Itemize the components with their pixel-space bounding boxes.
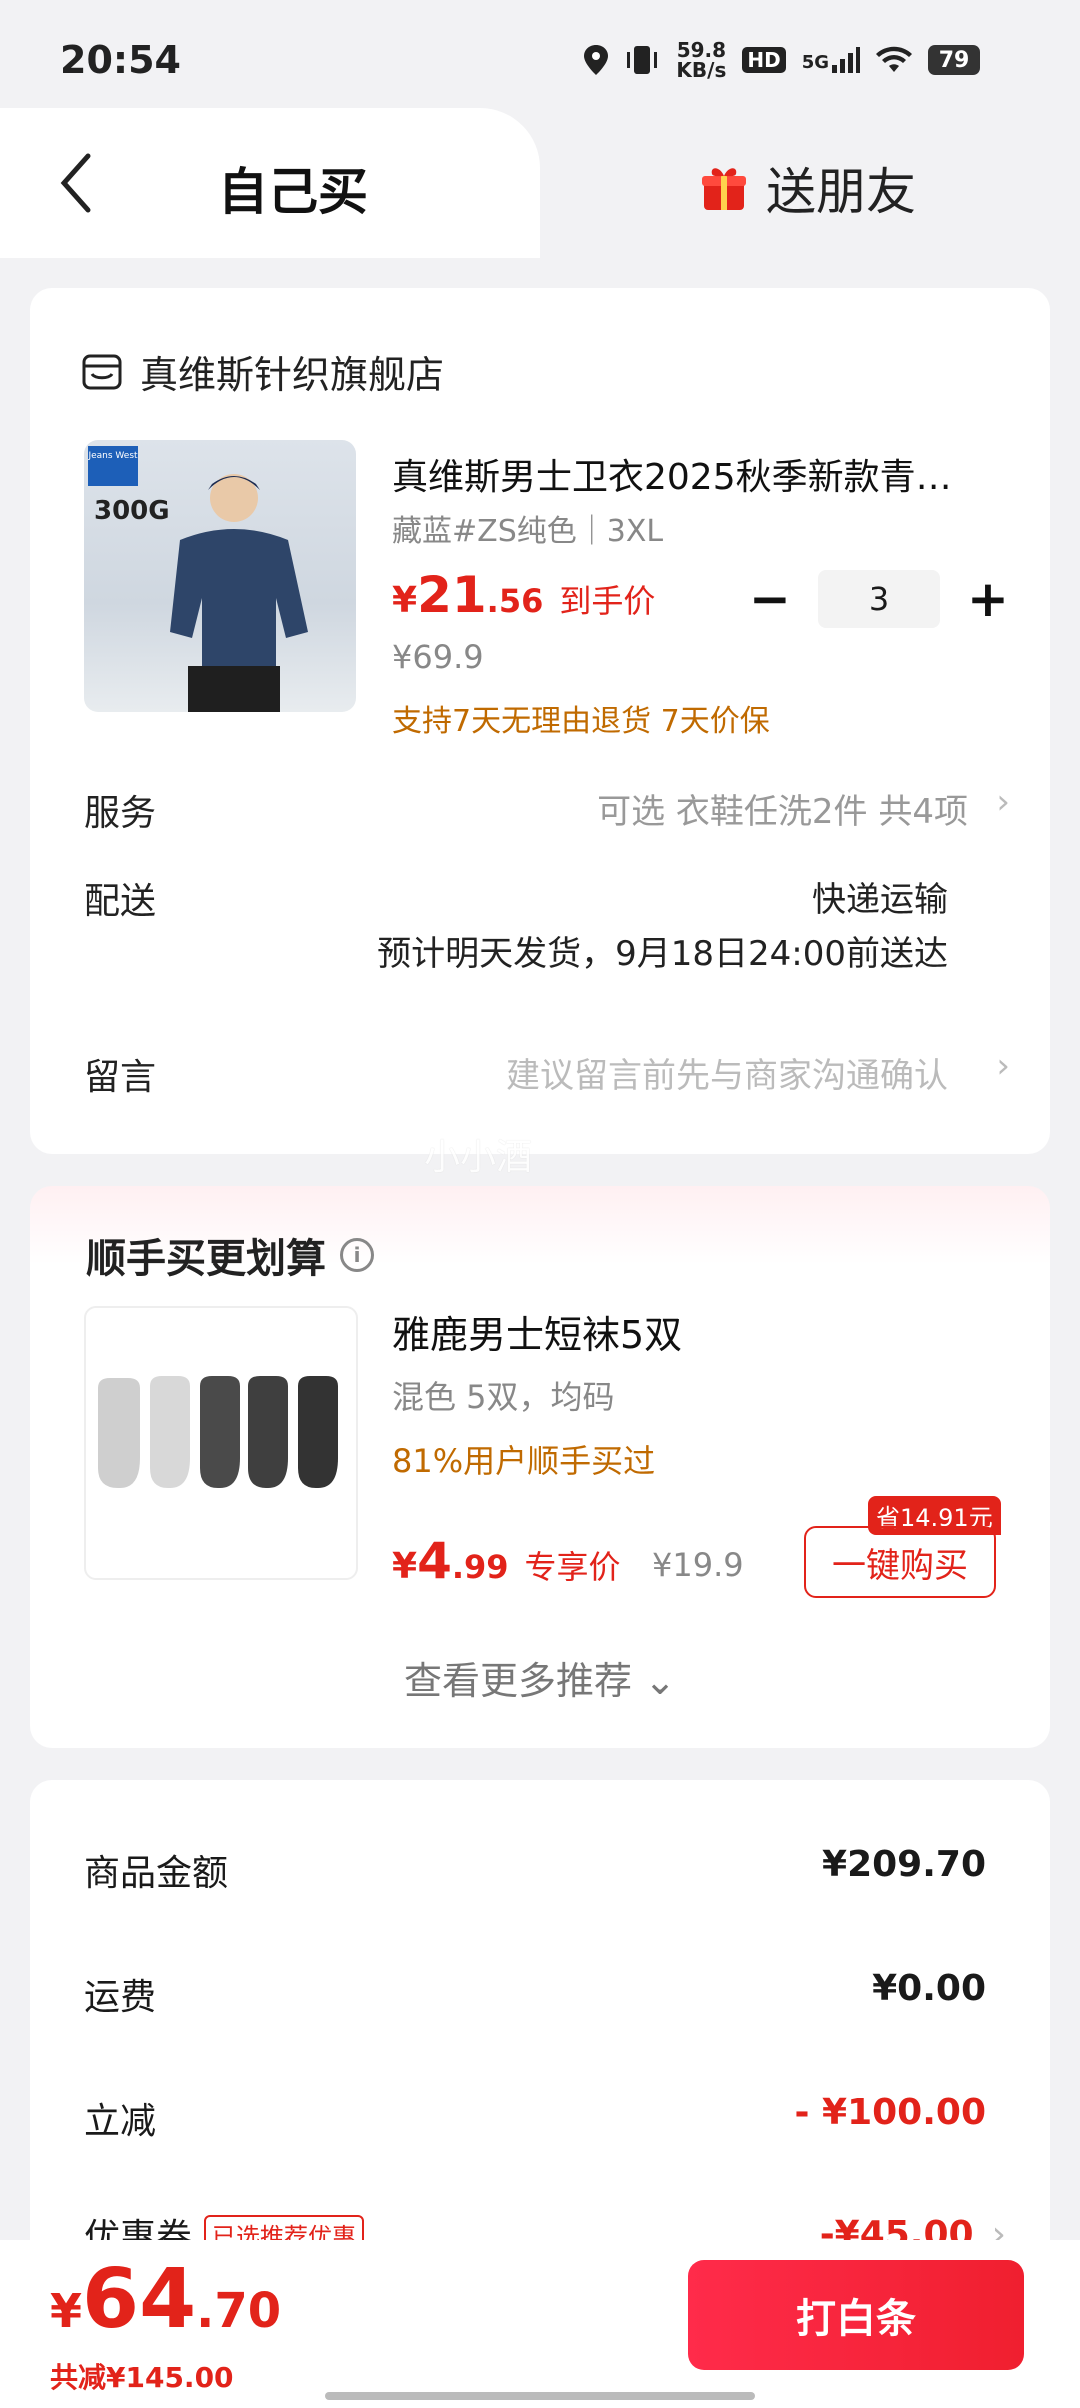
increase-button[interactable]: +	[958, 570, 1018, 628]
addon-original-price: ¥19.9	[652, 1546, 744, 1584]
speed-unit: KB/s	[676, 58, 727, 82]
tab-self-buy-label: 自己买	[218, 163, 368, 221]
battery-level: 79	[938, 47, 970, 73]
product-sku[interactable]: 藏蓝#ZS纯色｜3XL	[392, 506, 663, 550]
addon-item-spec: 混色 5双，均码	[392, 1378, 615, 1416]
total-decimal: .70	[196, 2283, 282, 2339]
delivery-method: 快递运输	[812, 880, 948, 920]
network-label: 5G	[801, 52, 829, 73]
service-value: 可选 衣鞋任洗2件 共4项	[597, 792, 968, 832]
one-click-buy-button[interactable]: 一键购买	[804, 1526, 996, 1598]
shop-name: 真维斯针织旗舰店	[140, 353, 445, 397]
battery-icon: 79	[928, 45, 980, 75]
tab-self-buy[interactable]: 自己买	[0, 108, 540, 258]
total-saved: 共减¥145.00	[50, 2361, 234, 2394]
addon-social-proof: 81%用户顺手买过	[392, 1442, 656, 1480]
summary-value: ¥0.00	[872, 1968, 986, 2009]
info-icon[interactable]: i	[340, 1238, 374, 1272]
delivery-eta: 预计明天发货，9月18日24:00前送达	[377, 934, 948, 974]
order-item-card: 真维斯针织旗舰店 Jeans West 300G 真维斯男士卫衣2025秋季新款…	[30, 288, 1050, 1154]
store-icon	[82, 354, 122, 389]
price-symbol: ¥	[392, 580, 418, 621]
location-icon	[584, 45, 609, 75]
total-symbol: ¥	[50, 2284, 83, 2338]
price-integer: 21	[417, 566, 487, 624]
summary-label: 立减	[84, 2101, 157, 2142]
gift-icon	[702, 168, 746, 210]
product-title[interactable]: 真维斯男士卫衣2025秋季新款青…	[392, 448, 1022, 500]
tab-gift-label: 送朋友	[766, 163, 916, 221]
message-input[interactable]: 建议留言前先与商家沟通确认	[506, 1048, 948, 1097]
speed-value: 59.8	[676, 38, 727, 62]
summary-row-goods: 商品金额 ¥209.70	[84, 1844, 986, 1896]
summary-value: - ¥100.00	[794, 2092, 986, 2133]
quantity-stepper: − 3 +	[740, 570, 1018, 628]
pay-button[interactable]: 打白条	[688, 2260, 1024, 2370]
price-tag: 专享价	[524, 1548, 621, 1586]
guarantee-text: 支持7天无理由退货 7天价保	[392, 704, 770, 739]
total-price: ¥ 64 .70	[50, 2254, 281, 2346]
quantity-field[interactable]: 3	[818, 570, 940, 628]
service-label: 服务	[84, 793, 157, 834]
summary-row-discount: 立减 - ¥100.00	[84, 2092, 986, 2144]
price-decimal: .99	[451, 1548, 509, 1586]
product-image[interactable]: Jeans West 300G	[84, 440, 356, 712]
more-recommendations-link[interactable]: 查看更多推荐 ⌄	[30, 1650, 1050, 1705]
addon-price: ¥ 4 .99 专享价	[392, 1532, 621, 1590]
total-integer: 64	[82, 2252, 197, 2347]
price-tag: 到手价	[559, 582, 656, 620]
status-bar: 20:54 59.8 KB/s HD 5G 79	[0, 0, 1080, 110]
purchase-tabs: 自己买 送朋友	[0, 108, 1080, 258]
product-price: ¥ 21 .56 到手价	[392, 566, 655, 624]
summary-label: 商品金额	[84, 1853, 229, 1894]
summary-label: 运费	[84, 1977, 157, 2018]
chevron-right-icon: ›	[996, 1046, 1010, 1086]
price-decimal: .56	[486, 582, 544, 620]
network-speed: 59.8 KB/s	[676, 40, 726, 80]
delivery-label: 配送	[84, 881, 157, 922]
socks-figure	[98, 1376, 338, 1488]
back-icon[interactable]	[58, 152, 92, 214]
sweater-figure	[170, 474, 308, 712]
home-indicator[interactable]	[325, 2392, 755, 2400]
message-label: 留言	[84, 1057, 157, 1098]
decrease-button[interactable]: −	[740, 570, 800, 628]
price-integer: 4	[417, 1532, 452, 1590]
original-price: ¥69.9	[392, 638, 484, 676]
signal-icon	[832, 47, 860, 73]
price-summary-card: 商品金额 ¥209.70 运费 ¥0.00 立减 - ¥100.00 优惠券 已…	[30, 1780, 1050, 2280]
addon-image[interactable]	[84, 1306, 358, 1580]
summary-value: ¥209.70	[822, 1844, 986, 1885]
addon-title-text: 顺手买更划算	[86, 1236, 326, 1282]
status-time: 20:54	[60, 38, 181, 82]
checkout-bar: ¥ 64 .70 共减¥145.00 打白条	[0, 2240, 1080, 2408]
chevron-right-icon: ›	[996, 782, 1010, 822]
wifi-icon	[876, 46, 912, 72]
tab-gift[interactable]: 送朋友	[700, 152, 916, 224]
addon-title: 顺手买更划算 i	[86, 1226, 374, 1284]
shop-header[interactable]: 真维斯针织旗舰店	[82, 344, 444, 399]
hd-badge: HD	[742, 47, 786, 73]
watermark: 小小酒	[424, 1137, 533, 1178]
status-icons: 59.8 KB/s HD 5G 79	[584, 40, 980, 80]
summary-row-shipping: 运费 ¥0.00	[84, 1968, 986, 2020]
addon-card: 顺手买更划算 i 雅鹿男士短袜5双 混色 5双，均码 81%用户顺手买过 ¥ 4…	[30, 1186, 1050, 1748]
price-symbol: ¥	[392, 1546, 418, 1587]
vibrate-icon	[627, 46, 658, 74]
network-type: 5G	[802, 47, 860, 73]
addon-item-title[interactable]: 雅鹿男士短袜5双	[392, 1304, 682, 1359]
